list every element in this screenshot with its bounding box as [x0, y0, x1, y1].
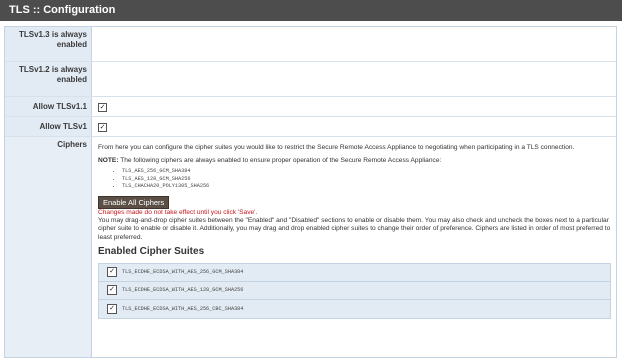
row-allow-tls1: Allow TLSv1 ✓ [5, 117, 616, 137]
row-label: TLSv1.3 is always enabled [5, 27, 92, 61]
enabled-cipher-list[interactable]: ✓ TLS_ECDHE_ECDSA_WITH_AES_256_GCM_SHA38… [98, 262, 611, 319]
cipher-suite-name: TLS_ECDHE_ECDSA_WITH_AES_128_GCM_SHA256 [122, 287, 244, 294]
ciphers-intro: From here you can configure the cipher s… [98, 144, 575, 151]
list-item: TLS_AES_256_GCM_SHA384 [122, 168, 611, 176]
checkbox-checked-icon[interactable]: ✓ [107, 303, 117, 314]
cipher-suite-item[interactable]: ✓ TLS_ECDHE_ECDSA_WITH_AES_256_CBC_SHA38… [99, 300, 610, 318]
ciphers-help: You may drag-and-drop cipher suites betw… [98, 217, 611, 241]
save-warning: Changes made do not take effect until yo… [98, 208, 258, 216]
always-enabled-list: TLS_AES_256_GCM_SHA384 TLS_AES_128_GCM_S… [98, 168, 611, 191]
row-tls13: TLSv1.3 is always enabled [5, 27, 616, 62]
row-value: ✓ [92, 97, 616, 116]
row-label: Ciphers [5, 137, 92, 357]
cipher-suite-name: TLS_ECDHE_ECDSA_WITH_AES_256_GCM_SHA384 [122, 269, 244, 276]
allow-tls11-checkbox[interactable]: ✓ [98, 103, 107, 112]
checkbox-checked-icon[interactable]: ✓ [107, 267, 117, 278]
page-title: TLS :: Configuration [0, 0, 622, 21]
tls-config-table: TLSv1.3 is always enabled TLSv1.2 is alw… [4, 26, 617, 358]
enabled-cipher-suites-heading: Enabled Cipher Suites [98, 245, 205, 257]
cipher-suite-item[interactable]: ✓ TLS_ECDHE_ECDSA_WITH_AES_128_GCM_SHA25… [99, 282, 610, 300]
row-value [92, 27, 616, 61]
row-value: ✓ [92, 117, 616, 136]
row-ciphers: Ciphers From here you can configure the … [5, 137, 616, 357]
row-allow-tls11: Allow TLSv1.1 ✓ [5, 97, 616, 117]
cipher-suite-name: TLS_ECDHE_ECDSA_WITH_AES_256_CBC_SHA384 [122, 305, 244, 312]
row-label: TLSv1.2 is always enabled [5, 62, 92, 96]
row-label: Allow TLSv1 [5, 117, 92, 136]
note-label: NOTE: [98, 157, 119, 165]
enable-all-ciphers-button[interactable]: Enable All Ciphers [98, 195, 170, 209]
cipher-suite-item[interactable]: ✓ TLS_ECDHE_ECDSA_WITH_AES_256_GCM_SHA38… [99, 264, 610, 282]
ciphers-note: NOTE: The following ciphers are always e… [98, 157, 611, 165]
row-tls12: TLSv1.2 is always enabled [5, 62, 616, 97]
row-value [92, 62, 616, 96]
note-text: The following ciphers are always enabled… [118, 157, 442, 165]
ciphers-panel: From here you can configure the cipher s… [92, 137, 617, 357]
allow-tls1-checkbox[interactable]: ✓ [98, 123, 107, 132]
list-item: TLS_AES_128_GCM_SHA256 [122, 176, 611, 184]
list-item: TLS_CHACHA20_POLY1305_SHA256 [122, 183, 611, 191]
row-label: Allow TLSv1.1 [5, 97, 92, 116]
checkbox-checked-icon[interactable]: ✓ [107, 285, 117, 296]
